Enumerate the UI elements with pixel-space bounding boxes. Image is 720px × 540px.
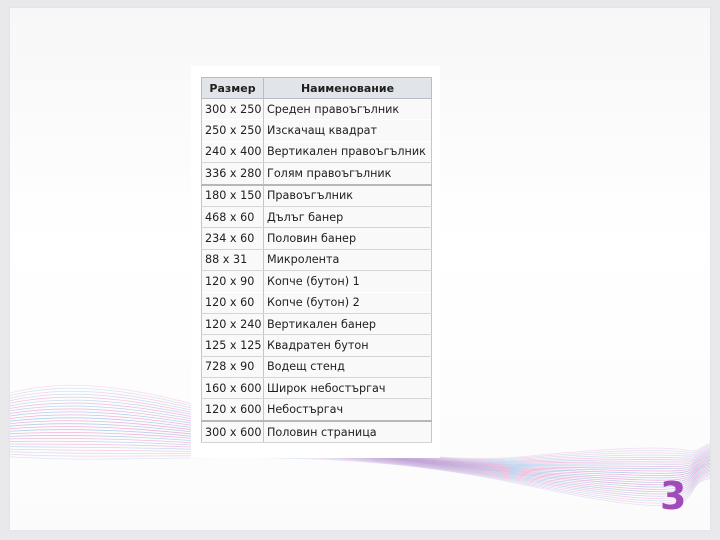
table-row: 234 x 60 Половин банер bbox=[201, 227, 432, 250]
name-cell: Копче (бутон) 1 bbox=[263, 270, 432, 293]
size-cell: 120 x 90 bbox=[201, 270, 264, 293]
size-cell: 120 x 600 bbox=[201, 398, 264, 422]
size-cell: 180 x 150 bbox=[201, 184, 264, 207]
size-cell: 240 x 400 bbox=[201, 141, 264, 164]
name-cell: Среден правоъгълник bbox=[263, 98, 432, 120]
page-number: 3 bbox=[660, 474, 687, 518]
size-cell: 234 x 60 bbox=[201, 227, 264, 250]
table-row: 120 x 240 Вертикален банер bbox=[201, 313, 432, 336]
table-row: 160 x 600 Широк небостъргач bbox=[201, 377, 432, 400]
name-cell: Голям правоъгълник bbox=[263, 162, 432, 186]
size-cell: 160 x 600 bbox=[201, 377, 264, 400]
table-row: 468 x 60 Дълъг банер bbox=[201, 206, 432, 229]
table-row: 300 x 250 Среден правоъгълник bbox=[201, 98, 432, 120]
size-cell: 120 x 60 bbox=[201, 292, 264, 314]
table-header-row: Размер Наименование bbox=[201, 77, 432, 99]
table-row: 180 x 150 Правоъгълник bbox=[201, 184, 432, 207]
name-cell: Водещ стенд bbox=[263, 356, 432, 379]
name-cell: Правоъгълник bbox=[263, 184, 432, 207]
table-row: 240 x 400 Вертикален правоъгълник bbox=[201, 141, 432, 164]
ad-sizes-table: Размер Наименование 300 x 250 Среден прав… bbox=[201, 77, 432, 444]
table-row: 728 x 90 Водещ стенд bbox=[201, 356, 432, 379]
table-row: 88 x 31 Микролента bbox=[201, 249, 432, 272]
size-cell: 250 x 250 bbox=[201, 119, 264, 142]
table-row: 120 x 90 Копче (бутон) 1 bbox=[201, 270, 432, 293]
size-cell: 336 x 280 bbox=[201, 162, 264, 186]
table-row: 250 x 250 Изскачащ квадрат bbox=[201, 119, 432, 142]
size-cell: 88 x 31 bbox=[201, 249, 264, 272]
name-cell: Квадратен бутон bbox=[263, 334, 432, 357]
table-row: 125 x 125 Квадратен бутон bbox=[201, 334, 432, 357]
name-cell: Вертикален правоъгълник bbox=[263, 141, 432, 164]
name-cell: Половин страница bbox=[263, 420, 432, 444]
size-cell: 300 x 250 bbox=[201, 98, 264, 120]
name-cell: Широк небостъргач bbox=[263, 377, 432, 400]
name-cell: Небостъргач bbox=[263, 398, 432, 422]
name-cell: Копче (бутон) 2 bbox=[263, 292, 432, 314]
name-cell: Изскачащ квадрат bbox=[263, 119, 432, 142]
slide: Размер Наименование 300 x 250 Среден прав… bbox=[10, 8, 710, 530]
table-row: 120 x 600 Небостъргач bbox=[201, 398, 432, 422]
size-cell: 125 x 125 bbox=[201, 334, 264, 357]
size-cell: 468 x 60 bbox=[201, 206, 264, 229]
name-cell: Микролента bbox=[263, 249, 432, 272]
table-row: 300 x 600 Половин страница bbox=[201, 420, 432, 444]
size-cell: 728 x 90 bbox=[201, 356, 264, 379]
size-cell: 120 x 240 bbox=[201, 313, 264, 336]
table-row: 336 x 280 Голям правоъгълник bbox=[201, 162, 432, 186]
name-cell: Дълъг банер bbox=[263, 206, 432, 229]
ad-sizes-table-image: Размер Наименование 300 x 250 Среден прав… bbox=[191, 66, 440, 458]
column-header-size: Размер bbox=[201, 77, 264, 99]
size-cell: 300 x 600 bbox=[201, 420, 264, 444]
table-row: 120 x 60 Копче (бутон) 2 bbox=[201, 292, 432, 314]
name-cell: Вертикален банер bbox=[263, 313, 432, 336]
name-cell: Половин банер bbox=[263, 227, 432, 250]
column-header-name: Наименование bbox=[263, 77, 432, 99]
